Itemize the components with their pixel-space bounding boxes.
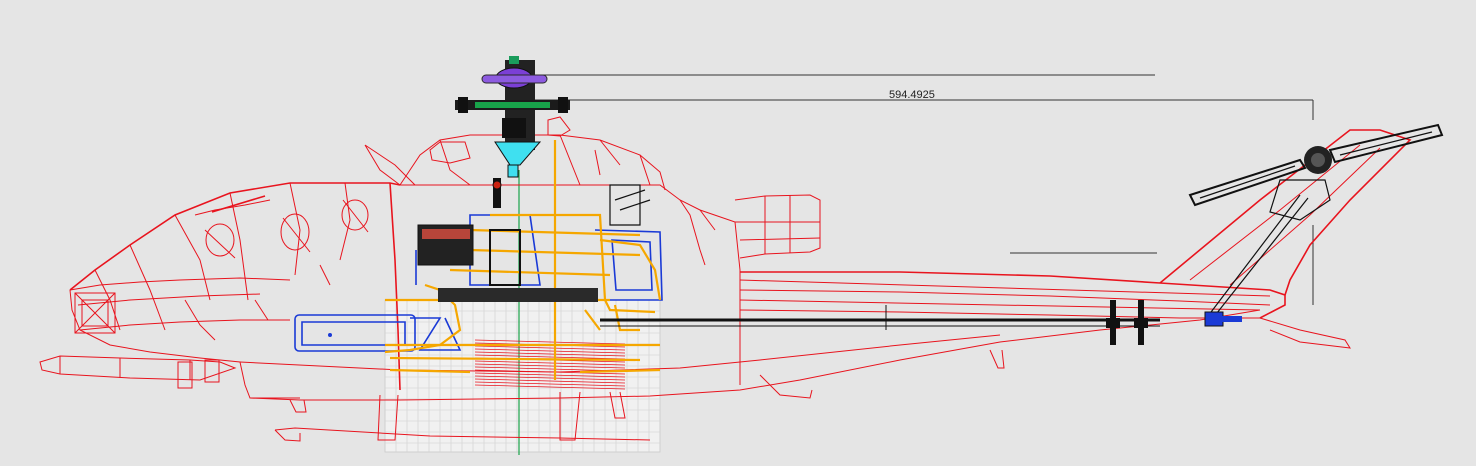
main-rotor-head [455, 56, 570, 178]
fuselage-wireframe [39, 116, 1412, 442]
tail-rotor [1188, 123, 1444, 327]
dimension-value: 594.4925 [889, 89, 935, 101]
dimension-annotation: 594.4925 [520, 74, 1314, 305]
cad-viewport[interactable]: 594.4925 [0, 0, 1476, 466]
